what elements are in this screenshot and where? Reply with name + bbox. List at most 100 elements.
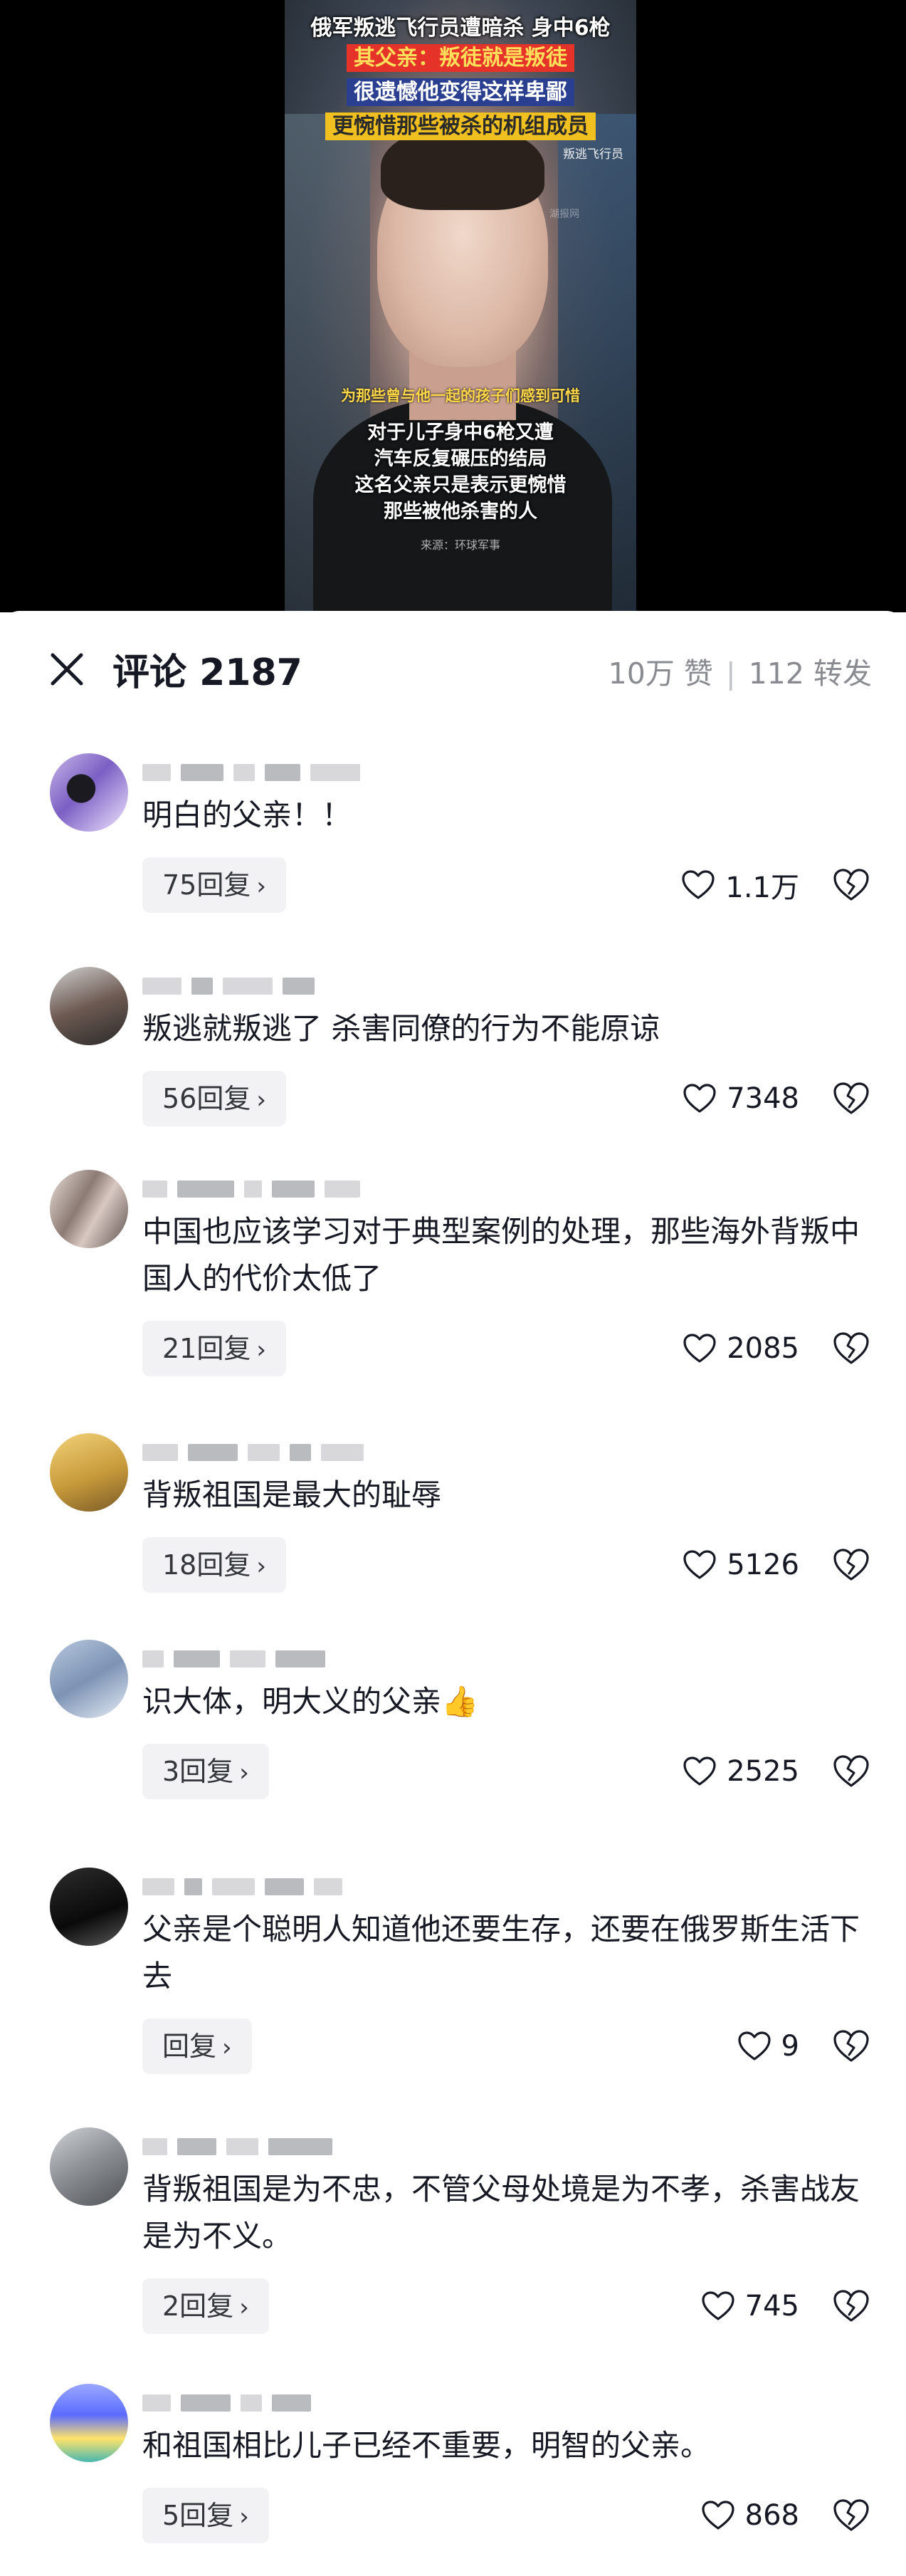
username-blur-block [212, 1878, 255, 1895]
username-blurred[interactable] [142, 2136, 332, 2157]
like-count: 745 [744, 2290, 799, 2323]
like-button[interactable]: 2525 [683, 1744, 799, 1799]
stats-divider: | [725, 656, 736, 691]
comment-item: 背叛祖国是为不忠，不管父母处境是为不孝，杀害战友是为不义。 2回复 › 745 [0, 2127, 906, 2355]
video-headline-1: 俄军叛逃飞行员遭暗杀 身中6枪 [310, 16, 611, 41]
username-blur-block [177, 1180, 234, 1198]
like-button[interactable]: 1.1万 [681, 857, 799, 913]
chevron-right-icon: › [222, 2033, 232, 2062]
username-blur-block [268, 2138, 332, 2155]
video-watermark: 湖报网 [549, 209, 579, 220]
broken-heart-icon [833, 1755, 869, 1787]
view-replies-button[interactable]: 56回复 › [142, 1071, 286, 1126]
avatar[interactable] [50, 1433, 128, 1512]
like-button[interactable]: 7348 [683, 1071, 799, 1126]
broken-heart-icon [833, 2030, 869, 2062]
username-blur-block [142, 2138, 167, 2155]
avatar[interactable] [50, 1640, 128, 1718]
comment-text[interactable]: 背叛祖国是最大的耻辱 [142, 1472, 883, 1519]
username-blurred[interactable] [142, 1178, 360, 1200]
comment-text[interactable]: 中国也应该学习对于典型案例的处理，那些海外背叛中国人的代价太低了 [142, 1208, 883, 1302]
broken-heart-icon [833, 2499, 869, 2531]
comment-text[interactable]: 和祖国相比儿子已经不重要，明智的父亲。 [142, 2422, 883, 2469]
reply-count-label: 回复 [162, 2031, 217, 2062]
username-blur-block [226, 2138, 258, 2155]
username-blurred[interactable] [142, 2392, 311, 2414]
heart-outline-icon [683, 1334, 716, 1363]
username-blur-block [142, 1444, 178, 1461]
dislike-button[interactable] [831, 1537, 872, 1593]
comment-text[interactable]: 明白的父亲！！ [142, 792, 883, 839]
view-replies-button[interactable]: 3回复 › [142, 1744, 269, 1799]
comment-item: 叛逃就叛逃了 杀害同僚的行为不能原谅 56回复 › 7348 [0, 967, 906, 1159]
avatar[interactable] [50, 2384, 128, 2462]
avatar[interactable] [50, 1868, 128, 1946]
username-blur-block [265, 1878, 304, 1895]
username-blur-block [191, 978, 213, 995]
username-blur-block [142, 1650, 164, 1667]
reply-count-label: 21回复 [162, 1333, 251, 1364]
avatar[interactable] [50, 753, 128, 832]
username-blurred[interactable] [142, 1442, 364, 1463]
username-blurred[interactable] [142, 975, 315, 997]
dislike-button[interactable] [831, 1744, 872, 1799]
username-blur-block [142, 764, 171, 781]
chevron-right-icon: › [239, 1759, 249, 1787]
broken-heart-icon [833, 1549, 869, 1581]
dislike-button[interactable] [831, 2019, 872, 2074]
username-blur-block [177, 2138, 216, 2155]
username-blur-block [142, 1878, 174, 1895]
comment-text[interactable]: 叛逃就叛逃了 杀害同僚的行为不能原谅 [142, 1005, 883, 1052]
comment-text-content: 和祖国相比儿子已经不重要，明智的父亲。 [142, 2428, 711, 2463]
username-blur-block [181, 2394, 231, 2412]
username-blur-block [233, 764, 255, 781]
username-blurred[interactable] [142, 1648, 325, 1670]
like-button[interactable]: 745 [701, 2278, 799, 2334]
video-headline-3: 很遗憾他变得这样卑鄙 [285, 74, 636, 106]
video-yellow-caption: 为那些曾与他一起的孩子们感到可惜 [341, 387, 580, 404]
chevron-right-icon: › [239, 2503, 249, 2531]
comment-panel-header: 评论 2187 10万 赞 | 112 转发 [0, 611, 906, 725]
close-button[interactable] [46, 648, 88, 691]
view-replies-button[interactable]: 5回复 › [142, 2488, 269, 2543]
username-blurred[interactable] [142, 1876, 342, 1897]
username-blurred[interactable] [142, 762, 360, 783]
comment-text-content: 识大体，明大义的父亲 [142, 1684, 442, 1719]
comment-text[interactable]: 父亲是个聪明人知道他还要生存，还要在俄罗斯生活下去 [142, 1906, 883, 2000]
comment-text[interactable]: 识大体，明大义的父亲👍 [142, 1678, 883, 1725]
video-player[interactable]: 俄军叛逃飞行员遭暗杀 身中6枪 其父亲：叛徒就是叛徒 很遗憾他变得这样卑鄙 更惋… [0, 0, 906, 612]
video-like-total: 10万 赞 [608, 656, 713, 691]
username-blur-block [223, 978, 273, 995]
like-count: 5126 [727, 1549, 799, 1581]
like-button[interactable]: 9 [737, 2019, 799, 2074]
username-blur-block [272, 2394, 311, 2412]
dislike-button[interactable] [831, 2488, 872, 2543]
username-blur-block [142, 2394, 171, 2412]
like-button[interactable]: 5126 [683, 1537, 799, 1593]
dislike-button[interactable] [831, 2278, 872, 2334]
view-replies-button[interactable]: 18回复 › [142, 1537, 286, 1593]
like-button[interactable]: 868 [701, 2488, 799, 2543]
dislike-button[interactable] [831, 857, 872, 913]
avatar[interactable] [50, 967, 128, 1045]
view-replies-button[interactable]: 回复 › [142, 2019, 252, 2074]
like-button[interactable]: 2085 [683, 1321, 799, 1376]
view-replies-button[interactable]: 2回复 › [142, 2278, 269, 2334]
video-share-total: 112 转发 [748, 656, 872, 691]
view-replies-button[interactable]: 75回复 › [142, 857, 286, 913]
heart-outline-icon [683, 1756, 716, 1786]
video-headline-4: 更惋惜那些被杀的机组成员 [285, 108, 636, 140]
avatar[interactable] [50, 1170, 128, 1248]
comment-text[interactable]: 背叛祖国是为不忠，不管父母处境是为不孝，杀害战友是为不义。 [142, 2166, 883, 2260]
comment-text-content: 父亲是个聪明人知道他还要生存，还要在俄罗斯生活下去 [142, 1912, 860, 1994]
dislike-button[interactable] [831, 1071, 872, 1126]
video-frame[interactable]: 俄军叛逃飞行员遭暗杀 身中6枪 其父亲：叛徒就是叛徒 很遗憾他变得这样卑鄙 更惋… [285, 0, 636, 612]
comment-text-content: 明白的父亲！！ [142, 797, 352, 832]
dislike-button[interactable] [831, 1321, 872, 1376]
video-headline-4-text: 更惋惜那些被杀的机组成员 [325, 112, 596, 140]
avatar[interactable] [50, 2127, 128, 2206]
heart-outline-icon [682, 870, 715, 899]
video-headline-2-text: 其父亲：叛徒就是叛徒 [347, 44, 574, 72]
comment-text-content: 中国也应该学习对于典型案例的处理，那些海外背叛中国人的代价太低了 [142, 1214, 860, 1296]
view-replies-button[interactable]: 21回复 › [142, 1321, 286, 1376]
